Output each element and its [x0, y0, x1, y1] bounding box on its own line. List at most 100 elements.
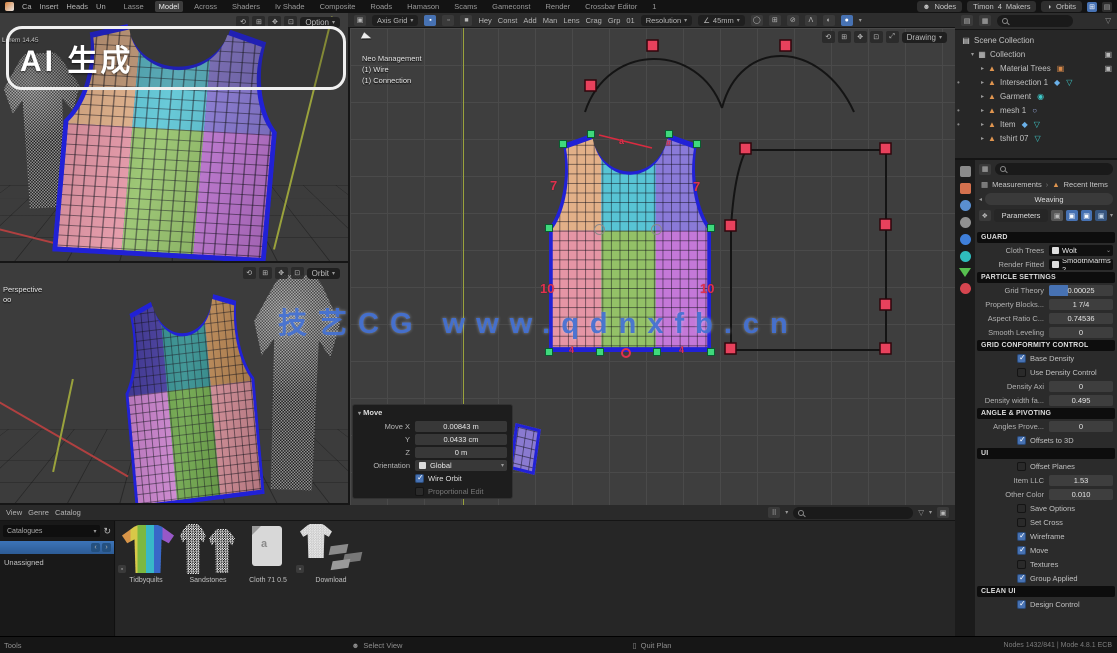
move-panel-title[interactable]: ▾ Move	[358, 408, 507, 417]
tab-scams[interactable]: Scams	[450, 1, 481, 12]
asset-thumb-sweater[interactable]	[300, 524, 332, 558]
pan-icon[interactable]: ✥	[854, 31, 867, 43]
vertex-handle[interactable]	[665, 130, 673, 138]
move-z-field[interactable]: 0 m	[415, 447, 507, 458]
catalog-selected-row[interactable]: ‹ ›	[0, 541, 114, 554]
tab-iv-shade[interactable]: Iv Shade	[271, 1, 309, 12]
tab-roads[interactable]: Roads	[366, 1, 396, 12]
display-mode-icon[interactable]: ⠿	[768, 507, 780, 518]
drawing-dropdown[interactable]: Drawing▾	[902, 32, 947, 43]
section-ui[interactable]: UI	[977, 448, 1115, 459]
asset-menu-catalog[interactable]: Catalog	[55, 508, 81, 517]
grid-view-icon[interactable]: ⊞	[1087, 2, 1097, 12]
weaving-pill[interactable]: Weaving	[985, 193, 1113, 205]
scene-selector[interactable]: Timon4Makers	[967, 1, 1036, 12]
tab-model-active[interactable]: Model	[155, 1, 183, 12]
mode-dropdown[interactable]: Axis Grid▾	[372, 15, 418, 26]
grid-toggle-icon[interactable]: ⊞	[259, 267, 272, 279]
smooth-leveling-field[interactable]: 0	[1049, 327, 1113, 338]
menu-hey[interactable]: Hey	[478, 16, 491, 25]
asset-search-input[interactable]	[793, 507, 913, 519]
move-y-field[interactable]: 0.0433 cm	[415, 434, 507, 445]
section-angle-pivoting[interactable]: ANGLE & PIVOTING	[977, 408, 1115, 419]
base-density-checkbox[interactable]	[1017, 354, 1026, 363]
select-mode-edge[interactable]: ▫	[442, 15, 454, 26]
tab-shaders[interactable]: Shaders	[228, 1, 264, 12]
resolution-dropdown[interactable]: Resolution▾	[641, 15, 692, 26]
wire-orbit-checkbox[interactable]	[415, 474, 424, 483]
section-clean-ui[interactable]: CLEAN UI	[977, 586, 1115, 597]
material-tab-icon[interactable]	[960, 283, 971, 294]
move-operator-panel[interactable]: ▾ Move Move X0.00843 m Y0.0433 cm Z0 m O…	[352, 404, 513, 499]
menu-crag[interactable]: Crag	[586, 16, 602, 25]
density-axi-field[interactable]: 0	[1049, 381, 1113, 392]
use-density-control-checkbox[interactable]	[1017, 368, 1026, 377]
screen-icon[interactable]: ▣	[1104, 64, 1112, 73]
shading-dropdown-caret[interactable]: ▾	[859, 17, 862, 24]
toggle-a-icon[interactable]: ▣	[1066, 210, 1078, 221]
toggle-b-icon[interactable]: ▣	[1081, 210, 1093, 221]
tool-tab-icon[interactable]	[960, 166, 971, 177]
asset-filter-icon[interactable]: ▽	[918, 508, 924, 517]
property-blocks-field[interactable]: 1 7/4	[1049, 299, 1113, 310]
menu-insert[interactable]: Insert	[40, 2, 59, 11]
outliner-filter-icon[interactable]: ▽	[1105, 16, 1111, 25]
proportional-edit-icon[interactable]: ◯	[751, 15, 763, 26]
vertex-handle[interactable]	[596, 348, 604, 356]
proportional-edit-checkbox[interactable]	[415, 487, 424, 496]
parameters-tab[interactable]: Parameters	[994, 209, 1049, 222]
expand-icon[interactable]: ⤢	[886, 31, 899, 43]
menu-lens[interactable]: Lens	[563, 16, 579, 25]
tab-lasse[interactable]: Lasse	[120, 1, 148, 12]
vertex-handle[interactable]	[559, 140, 567, 148]
asset-menu-view[interactable]: View	[6, 508, 22, 517]
menu-file[interactable]: Ca	[22, 2, 32, 11]
rotate-view-icon[interactable]: ⟲	[822, 31, 835, 43]
material-preview-icon[interactable]: ●	[841, 15, 853, 26]
outliner-row-material-trees[interactable]: ▸▲Material Trees▣▣	[955, 61, 1117, 75]
outliner-editor-icon[interactable]: ▤	[961, 15, 973, 26]
gizmo-icon[interactable]: ⊘	[787, 15, 799, 26]
tab-across[interactable]: Across	[190, 1, 221, 12]
catalog-dropdown[interactable]: Catalogues▾	[3, 525, 100, 537]
vertex-handle[interactable]	[545, 224, 553, 232]
overlay-icon[interactable]: Λ	[805, 15, 817, 26]
breadcrumb-measurements[interactable]: Measurements	[992, 180, 1042, 189]
tab-icon[interactable]: ❖	[979, 210, 991, 221]
angles-prove-field[interactable]: 0	[1049, 421, 1113, 432]
group-applied-checkbox[interactable]	[1017, 574, 1026, 583]
menu-man[interactable]: Man	[543, 16, 558, 25]
menu-heads[interactable]: Heads	[66, 2, 88, 11]
window-menu-icon[interactable]: ▤	[1102, 2, 1112, 12]
render-fitted-dropdown[interactable]: SmoothMarms 2	[1049, 259, 1113, 270]
snap-magnet-icon[interactable]: ⊞	[769, 15, 781, 26]
render-tab-icon[interactable]	[960, 183, 971, 194]
wireframe-checkbox[interactable]	[1017, 532, 1026, 541]
offset-planes-checkbox[interactable]	[1017, 462, 1026, 471]
menu-un[interactable]: Un	[96, 2, 106, 11]
asset-menu-genre[interactable]: Genre	[28, 508, 49, 517]
asset-thumb-shirt[interactable]	[122, 525, 174, 573]
snap-increment-dropdown[interactable]: ∠45mm▾	[698, 15, 745, 26]
outliner-display-icon[interactable]: ▦	[979, 15, 991, 26]
status-select-view[interactable]: ☻Select View	[352, 641, 403, 650]
frame-icon[interactable]: ⊡	[870, 31, 883, 43]
screen-icon[interactable]: ▣	[1104, 50, 1112, 59]
editor-type-icon[interactable]: ▣	[354, 15, 366, 26]
vertex-handle[interactable]	[707, 348, 715, 356]
refresh-icon[interactable]: ↻	[103, 526, 111, 537]
menu-grp[interactable]: Grp	[608, 16, 621, 25]
properties-search-input[interactable]	[995, 163, 1113, 175]
aspect-ratio-field[interactable]: 0.74536	[1049, 313, 1113, 324]
asset-thumb-file[interactable]: a	[252, 526, 282, 566]
physics-tab-icon[interactable]	[960, 234, 971, 245]
data-tab-icon[interactable]	[959, 268, 971, 277]
section-particle-settings[interactable]: PARTICLE SETTINGS	[977, 272, 1115, 283]
breadcrumb-recent-items[interactable]: Recent Items	[1064, 180, 1108, 189]
properties-editor-icon[interactable]: ▦	[979, 164, 991, 175]
outliner-row-intersection[interactable]: •▸▲Intersection 1◆▽	[955, 75, 1117, 89]
outliner-row-scene-collection[interactable]: ▤Scene Collection	[955, 33, 1117, 47]
viewport-orbit-dropdown[interactable]: Orbit▾	[307, 268, 340, 279]
tab-crossbar-editor[interactable]: Crossbar Editor	[581, 1, 641, 12]
tab-hamason[interactable]: Hamason	[403, 1, 443, 12]
